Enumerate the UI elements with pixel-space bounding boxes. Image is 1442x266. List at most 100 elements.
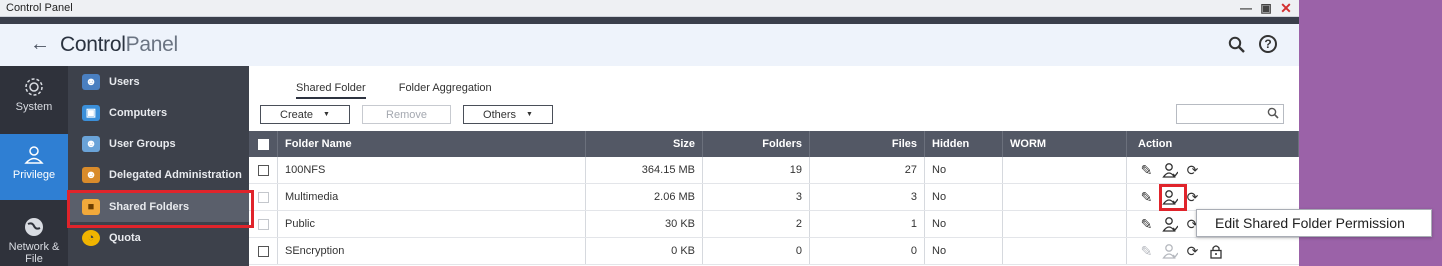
category-label: System [15,101,53,113]
submenu-item-users[interactable]: ☻ Users [68,66,249,97]
search-icon[interactable] [1227,35,1247,55]
header-hidden[interactable]: Hidden [925,131,1003,157]
search-input[interactable] [1176,104,1284,124]
delegated-admin-icon: ☻ [82,166,100,183]
hidden-status: No [925,157,1003,183]
help-icon[interactable]: ? [1259,35,1277,53]
gear-icon [0,76,68,98]
shared-folders-highlight [67,190,254,228]
tab-bar: Shared Folder Folder Aggregation [296,81,525,99]
edit-icon[interactable]: ✎ [1138,189,1155,206]
select-all-checkbox[interactable] [257,138,269,150]
user-icon [0,144,68,166]
category-label: Network & File [8,241,60,265]
lock-icon[interactable] [1207,243,1224,260]
folder-size: 30 KB [586,211,703,237]
app-header: ← ControlPanel ? [0,24,1299,66]
minimize-icon[interactable]: — [1239,1,1253,15]
worm-status [1003,211,1127,237]
category-privilege[interactable]: Privilege [0,134,68,200]
user-icon: ☻ [82,73,100,90]
row-select-cell [249,238,278,264]
submenu-item-user-groups[interactable]: ☻ User Groups [68,128,249,159]
others-button[interactable]: Others ▼ [463,105,553,124]
app-title: ControlPanel [60,33,178,57]
close-icon[interactable]: ✕ [1279,0,1293,16]
edit-icon: ✎ [1140,242,1153,259]
row-checkbox[interactable] [257,218,269,230]
submenu-label: Quota [109,231,141,244]
folder-size: 0 KB [586,238,703,264]
edit-permission-icon[interactable] [1161,162,1178,179]
table-row[interactable]: Multimedia 2.06 MB 3 3 No ✎ ⟳ [249,184,1299,211]
worm-status [1003,157,1127,183]
folder-count: 19 [703,157,810,183]
accent-bar [0,17,1299,24]
row-checkbox[interactable] [257,164,269,176]
table-row[interactable]: Public 30 KB 2 1 No ✎ ⟳ [249,211,1299,238]
header-folders[interactable]: Folders [703,131,810,157]
header-size[interactable]: Size [586,131,703,157]
table-row[interactable]: 100NFS 364.15 MB 19 27 No ✎ ⟳ [249,157,1299,184]
search-icon [1267,107,1279,122]
permission-icon-highlight [1159,184,1187,211]
row-actions: ✎ ⟳ [1127,157,1299,183]
others-label: Others [483,108,517,121]
file-count: 27 [810,157,925,183]
back-arrow-icon[interactable]: ← [30,33,50,56]
create-label: Create [280,108,314,121]
submenu-item-delegated-administration[interactable]: ☻ Delegated Administration [68,159,249,190]
category-network-file[interactable]: Network & File [0,206,68,266]
folder-count: 3 [703,184,810,210]
tab-folder-aggregation[interactable]: Folder Aggregation [399,81,492,99]
header-actions: ? [1227,35,1277,55]
folder-name: 100NFS [278,157,586,183]
refresh-icon[interactable]: ⟳ [1184,162,1201,179]
folder-name: Public [278,211,586,237]
privilege-submenu: ☻ Users ▣ Computers ☻ User Groups ☻ Dele… [68,66,249,266]
header-files[interactable]: Files [810,131,925,157]
row-actions: ✎ ⟳ [1127,238,1299,264]
category-system[interactable]: System [0,66,68,132]
window-title: Control Panel [6,2,73,14]
submenu-label: Users [109,75,140,88]
hidden-status: No [925,211,1003,237]
remove-label: Remove [386,108,427,121]
chevron-down-icon: ▼ [323,111,330,118]
submenu-label: User Groups [109,137,176,150]
edit-icon[interactable]: ✎ [1138,162,1155,179]
worm-status [1003,238,1127,264]
header-worm[interactable]: WORM [1003,131,1127,157]
category-label: Privilege [12,169,56,181]
window-controls: — ▣ ✕ [1239,0,1293,16]
table-row[interactable]: SEncryption 0 KB 0 0 No ✎ ⟳ [249,238,1299,265]
submenu-label: Delegated Administration [109,168,242,181]
computer-icon: ▣ [82,104,100,121]
file-count: 3 [810,184,925,210]
maximize-icon[interactable]: ▣ [1259,1,1273,15]
toolbar: Create ▼ Remove Others ▼ [260,105,553,124]
app-title-light: Panel [125,33,179,56]
folder-count: 0 [703,238,810,264]
create-button[interactable]: Create ▼ [260,105,350,124]
user-group-icon: ☻ [82,135,100,152]
tab-shared-folder[interactable]: Shared Folder [296,81,366,99]
table-header: Folder Name Size Folders Files Hidden WO… [249,131,1299,157]
folder-size: 2.06 MB [586,184,703,210]
edit-icon[interactable]: ✎ [1138,216,1155,233]
app-title-bold: Control [60,33,126,56]
title-bar: Control Panel — ▣ ✕ [0,0,1299,17]
main-content: Shared Folder Folder Aggregation Create … [249,66,1299,266]
permission-tooltip: Edit Shared Folder Permission [1196,209,1432,237]
hidden-status: No [925,184,1003,210]
row-select-cell [249,157,278,183]
submenu-item-computers[interactable]: ▣ Computers [68,97,249,128]
row-checkbox[interactable] [257,191,269,203]
shared-folder-table: Folder Name Size Folders Files Hidden WO… [249,131,1299,265]
row-checkbox[interactable] [257,245,269,257]
remove-button[interactable]: Remove [362,105,451,124]
network-icon [0,216,68,238]
edit-permission-icon[interactable] [1161,216,1178,233]
header-folder-name[interactable]: Folder Name [278,131,586,157]
refresh-icon[interactable]: ⟳ [1184,243,1201,260]
